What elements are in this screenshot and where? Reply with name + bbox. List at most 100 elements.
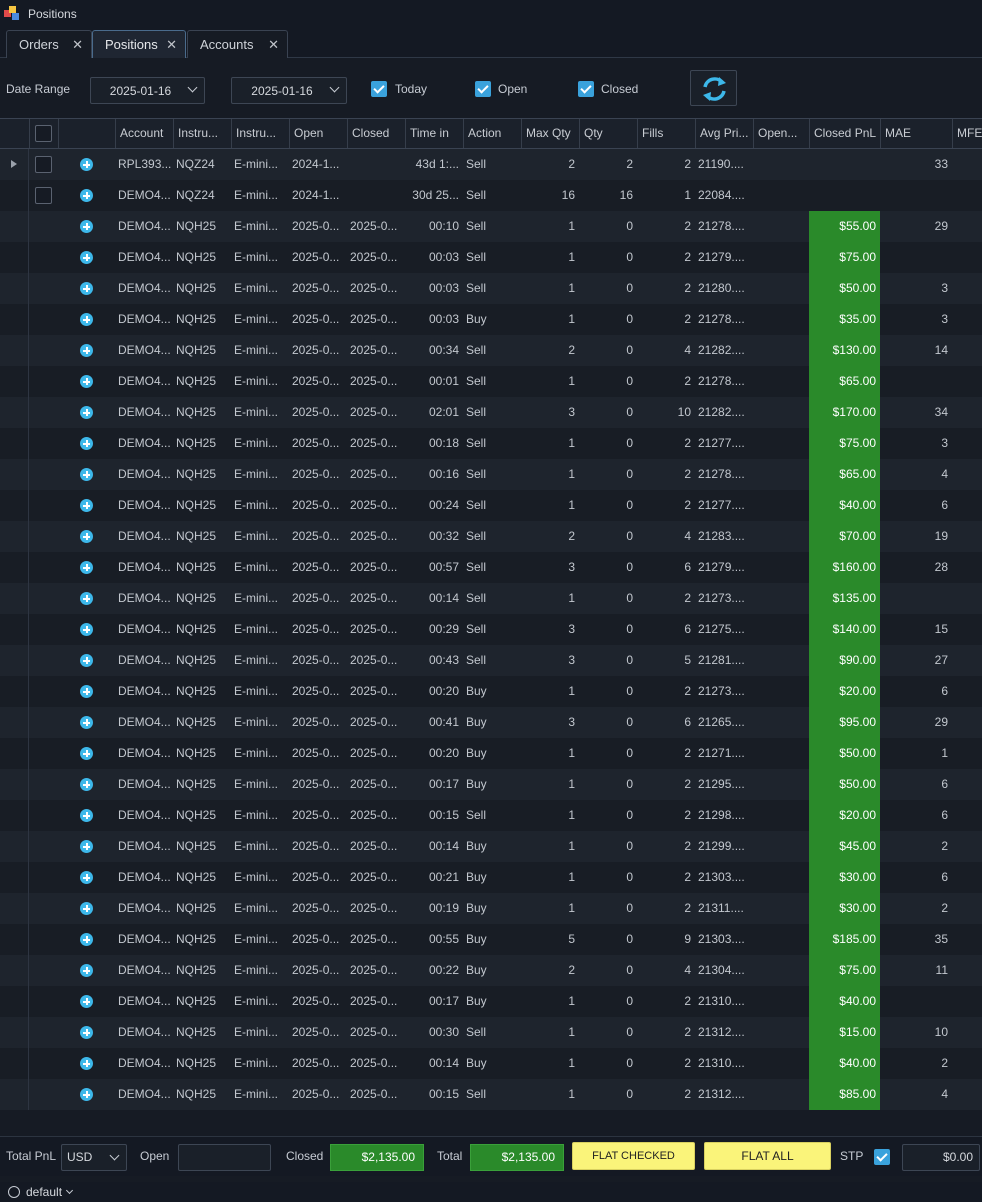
add-circle-icon[interactable]: [80, 871, 93, 884]
table-row[interactable]: DEMO4... NQH25 E-mini... 2025-0... 2025-0...…: [0, 707, 982, 738]
table-row[interactable]: DEMO4... NQH25 E-mini... 2025-0... 2025-0...…: [0, 583, 982, 614]
table-row[interactable]: RPL393... NQZ24 E-mini... 2024-1... 43d 1:..…: [0, 149, 982, 180]
header-open-pnl[interactable]: Open...: [753, 119, 809, 148]
header-fills[interactable]: Fills: [637, 119, 695, 148]
refresh-button[interactable]: [690, 70, 737, 106]
open-checkbox[interactable]: [475, 81, 491, 97]
header-account[interactable]: Account: [115, 119, 173, 148]
add-circle-icon[interactable]: [80, 1088, 93, 1101]
stp-checkbox[interactable]: [874, 1149, 890, 1165]
table-row[interactable]: DEMO4... NQH25 E-mini... 2025-0... 2025-0...…: [0, 1079, 982, 1110]
add-circle-icon[interactable]: [80, 189, 93, 202]
table-row[interactable]: DEMO4... NQH25 E-mini... 2025-0... 2025-0...…: [0, 893, 982, 924]
add-circle-icon[interactable]: [80, 1057, 93, 1070]
close-icon[interactable]: ✕: [268, 37, 279, 53]
table-row[interactable]: DEMO4... NQH25 E-mini... 2025-0... 2025-0...…: [0, 800, 982, 831]
add-circle-icon[interactable]: [80, 716, 93, 729]
row-checkbox[interactable]: [35, 156, 52, 173]
table-row[interactable]: DEMO4... NQH25 E-mini... 2025-0... 2025-0...…: [0, 211, 982, 242]
add-circle-icon[interactable]: [80, 406, 93, 419]
date-to-picker[interactable]: 2025-01-16: [231, 77, 347, 104]
header-instrument[interactable]: Instru...: [173, 119, 231, 148]
currency-select[interactable]: USD: [61, 1144, 127, 1171]
header-action[interactable]: Action: [463, 119, 521, 148]
add-circle-icon[interactable]: [80, 964, 93, 977]
table-row[interactable]: DEMO4... NQH25 E-mini... 2025-0... 2025-0...…: [0, 614, 982, 645]
flat-checked-button[interactable]: FLAT CHECKED: [572, 1142, 695, 1170]
add-circle-icon[interactable]: [80, 778, 93, 791]
header-open[interactable]: Open: [289, 119, 347, 148]
tab-accounts[interactable]: Accounts ✕: [187, 30, 288, 58]
table-row[interactable]: DEMO4... NQH25 E-mini... 2025-0... 2025-0...…: [0, 397, 982, 428]
header-mae[interactable]: MAE: [880, 119, 952, 148]
table-row[interactable]: DEMO4... NQH25 E-mini... 2025-0... 2025-0...…: [0, 645, 982, 676]
add-circle-icon[interactable]: [80, 995, 93, 1008]
row-checkbox[interactable]: [35, 187, 52, 204]
add-circle-icon[interactable]: [80, 282, 93, 295]
table-row[interactable]: DEMO4... NQH25 E-mini... 2025-0... 2025-0...…: [0, 273, 982, 304]
add-circle-icon[interactable]: [80, 561, 93, 574]
flat-all-button[interactable]: FLAT ALL: [704, 1142, 831, 1170]
select-all-checkbox[interactable]: [35, 125, 52, 142]
header-mfe[interactable]: MFE: [952, 119, 982, 148]
add-circle-icon[interactable]: [80, 902, 93, 915]
table-row[interactable]: DEMO4... NQH25 E-mini... 2025-0... 2025-0...…: [0, 490, 982, 521]
header-avg-price[interactable]: Avg Pri...: [695, 119, 753, 148]
header-select-all[interactable]: [29, 119, 58, 148]
table-row[interactable]: DEMO4... NQH25 E-mini... 2025-0... 2025-0...…: [0, 769, 982, 800]
add-circle-icon[interactable]: [80, 685, 93, 698]
table-row[interactable]: DEMO4... NQH25 E-mini... 2025-0... 2025-0...…: [0, 676, 982, 707]
profile-selector[interactable]: default: [26, 1185, 62, 1199]
add-circle-icon[interactable]: [80, 499, 93, 512]
add-circle-icon[interactable]: [80, 840, 93, 853]
table-row[interactable]: DEMO4... NQH25 E-mini... 2025-0... 2025-0...…: [0, 1017, 982, 1048]
header-max-qty[interactable]: Max Qty: [521, 119, 579, 148]
add-circle-icon[interactable]: [80, 623, 93, 636]
tab-positions[interactable]: Positions ✕: [92, 30, 186, 58]
table-row[interactable]: DEMO4... NQH25 E-mini... 2025-0... 2025-0...…: [0, 831, 982, 862]
table-row[interactable]: DEMO4... NQH25 E-mini... 2025-0... 2025-0...…: [0, 335, 982, 366]
header-closed[interactable]: Closed: [347, 119, 405, 148]
add-circle-icon[interactable]: [80, 344, 93, 357]
table-row[interactable]: DEMO4... NQH25 E-mini... 2025-0... 2025-0...…: [0, 1048, 982, 1079]
table-row[interactable]: DEMO4... NQH25 E-mini... 2025-0... 2025-0...…: [0, 862, 982, 893]
add-circle-icon[interactable]: [80, 747, 93, 760]
header-closed-pnl[interactable]: Closed PnL: [809, 119, 880, 148]
add-circle-icon[interactable]: [80, 158, 93, 171]
table-row[interactable]: DEMO4... NQH25 E-mini... 2025-0... 2025-0...…: [0, 428, 982, 459]
table-row[interactable]: DEMO4... NQH25 E-mini... 2025-0... 2025-0...…: [0, 924, 982, 955]
stp-value-field[interactable]: $0.00: [902, 1144, 980, 1171]
table-row[interactable]: DEMO4... NQH25 E-mini... 2025-0... 2025-0...…: [0, 955, 982, 986]
closed-checkbox[interactable]: [578, 81, 594, 97]
expand-row-icon[interactable]: [11, 160, 17, 168]
table-row[interactable]: DEMO4... NQH25 E-mini... 2025-0... 2025-0...…: [0, 304, 982, 335]
tab-orders[interactable]: Orders ✕: [6, 30, 92, 58]
add-circle-icon[interactable]: [80, 468, 93, 481]
add-circle-icon[interactable]: [80, 654, 93, 667]
add-circle-icon[interactable]: [80, 220, 93, 233]
add-circle-icon[interactable]: [80, 375, 93, 388]
add-circle-icon[interactable]: [80, 530, 93, 543]
close-icon[interactable]: ✕: [72, 37, 83, 53]
table-row[interactable]: DEMO4... NQH25 E-mini... 2025-0... 2025-0...…: [0, 521, 982, 552]
header-instrument-desc[interactable]: Instru...: [231, 119, 289, 148]
table-row[interactable]: DEMO4... NQH25 E-mini... 2025-0... 2025-0...…: [0, 242, 982, 273]
header-time-in[interactable]: Time in: [405, 119, 463, 148]
table-row[interactable]: DEMO4... NQH25 E-mini... 2025-0... 2025-0...…: [0, 366, 982, 397]
close-icon[interactable]: ✕: [166, 37, 177, 53]
add-circle-icon[interactable]: [80, 809, 93, 822]
add-circle-icon[interactable]: [80, 313, 93, 326]
date-from-picker[interactable]: 2025-01-16: [90, 77, 205, 104]
table-row[interactable]: DEMO4... NQZ24 E-mini... 2024-1... 30d 25...…: [0, 180, 982, 211]
add-circle-icon[interactable]: [80, 592, 93, 605]
table-row[interactable]: DEMO4... NQH25 E-mini... 2025-0... 2025-0...…: [0, 738, 982, 769]
table-row[interactable]: DEMO4... NQH25 E-mini... 2025-0... 2025-0...…: [0, 552, 982, 583]
table-row[interactable]: DEMO4... NQH25 E-mini... 2025-0... 2025-0...…: [0, 986, 982, 1017]
add-circle-icon[interactable]: [80, 933, 93, 946]
today-checkbox[interactable]: [371, 81, 387, 97]
add-circle-icon[interactable]: [80, 437, 93, 450]
table-row[interactable]: DEMO4... NQH25 E-mini... 2025-0... 2025-0...…: [0, 459, 982, 490]
header-qty[interactable]: Qty: [579, 119, 637, 148]
add-circle-icon[interactable]: [80, 1026, 93, 1039]
add-circle-icon[interactable]: [80, 251, 93, 264]
